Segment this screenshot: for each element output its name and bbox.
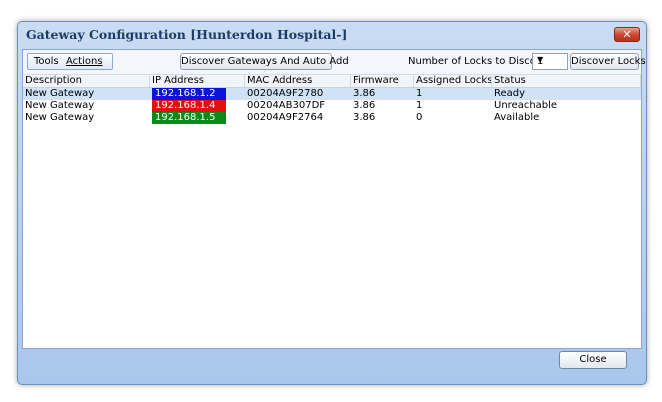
cell-assigned-locks: 0	[416, 112, 423, 123]
close-button[interactable]: Close	[559, 351, 627, 369]
col-status[interactable]: Status	[492, 75, 641, 87]
discover-auto-add-button[interactable]: Discover Gateways And Auto Add	[180, 53, 349, 70]
menu-actions[interactable]: Actions	[66, 56, 103, 67]
window-title: Gateway Configuration [Hunterdon Hospita…	[26, 27, 348, 42]
locks-count-select[interactable]: 1 ▼	[532, 53, 568, 70]
table-row[interactable]: New Gateway 192.168.1.5 00204A9F2764 3.8…	[23, 112, 641, 124]
cell-status: Available	[494, 112, 540, 123]
col-description[interactable]: Description	[23, 75, 150, 87]
table-header: Description IP Address MAC Address Firmw…	[23, 75, 641, 88]
cell-mac: 00204AB307DF	[247, 100, 326, 111]
cell-firmware: 3.86	[353, 88, 376, 99]
col-mac-address[interactable]: MAC Address	[245, 75, 351, 87]
cell-status: Unreachable	[494, 100, 558, 111]
table-row[interactable]: New Gateway 192.168.1.4 00204AB307DF 3.8…	[23, 100, 641, 112]
locks-to-discover-label: Number of Locks to Discover	[408, 56, 553, 67]
cell-mac: 00204A9F2780	[247, 88, 324, 99]
title-bar[interactable]: Gateway Configuration [Hunterdon Hospita…	[18, 22, 646, 48]
client-area: Tools Actions Discover Gateways And Auto…	[22, 49, 646, 349]
gateway-config-window: Gateway Configuration [Hunterdon Hospita…	[17, 21, 647, 385]
table-row[interactable]: New Gateway 192.168.1.2 00204A9F2780 3.8…	[23, 88, 641, 100]
cell-description: New Gateway	[25, 100, 95, 111]
cell-assigned-locks: 1	[416, 100, 423, 111]
chevron-down-icon: ▼	[537, 55, 544, 64]
footer: Close	[22, 351, 642, 381]
cell-ip: 192.168.1.4	[152, 100, 226, 112]
close-window-icon[interactable]: ✕	[614, 27, 640, 42]
cell-ip: 192.168.1.5	[152, 112, 226, 124]
col-firmware[interactable]: Firmware	[351, 75, 414, 87]
toolbar: Tools Actions Discover Gateways And Auto…	[23, 50, 646, 75]
cell-description: New Gateway	[25, 112, 95, 123]
cell-status: Ready	[494, 88, 526, 99]
cell-description: New Gateway	[25, 88, 95, 99]
cell-assigned-locks: 1	[416, 88, 423, 99]
cell-firmware: 3.86	[353, 112, 376, 123]
menu-bar: Tools Actions	[27, 53, 113, 70]
cell-mac: 00204A9F2764	[247, 112, 324, 123]
cell-ip: 192.168.1.2	[152, 88, 226, 100]
discover-locks-button[interactable]: Discover Locks	[570, 53, 646, 70]
col-assigned-locks[interactable]: Assigned Locks	[414, 75, 492, 87]
menu-tools[interactable]: Tools	[34, 56, 59, 67]
col-ip-address[interactable]: IP Address	[150, 75, 245, 87]
cell-firmware: 3.86	[353, 100, 376, 111]
